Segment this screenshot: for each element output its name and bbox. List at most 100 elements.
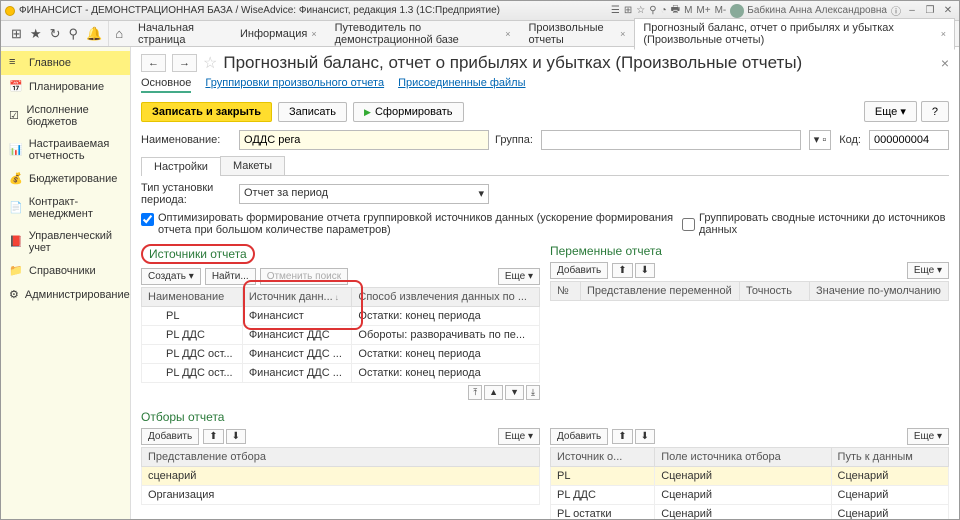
app-icon — [5, 6, 15, 16]
history-icon[interactable]: ↻ — [50, 26, 61, 42]
tab-active[interactable]: Прогнозный баланс, отчет о прибылях и уб… — [634, 18, 955, 50]
link-main[interactable]: Основное — [141, 77, 191, 93]
subtab-settings[interactable]: Настройки — [141, 157, 221, 176]
close-page-button[interactable]: × — [941, 55, 949, 71]
restore-button[interactable]: ❐ — [923, 5, 937, 17]
search-icon[interactable]: ⚲ — [68, 26, 78, 42]
find-button[interactable]: Найти... — [205, 268, 256, 285]
tab-home[interactable]: Начальная страница — [129, 18, 231, 50]
down-icon[interactable]: ⬇ — [635, 429, 655, 444]
optimize-checkbox[interactable] — [141, 213, 154, 226]
table-row[interactable]: PL остаткиСценарийСценарий — [551, 505, 949, 520]
close-icon[interactable]: × — [505, 29, 510, 39]
down-icon[interactable]: ⬇ — [635, 263, 655, 278]
tab[interactable]: Информация× — [231, 24, 326, 44]
down-icon[interactable]: ⬇ — [226, 429, 246, 444]
sidebar-item[interactable]: 📊Настраиваемая отчетность — [1, 133, 130, 167]
up-icon[interactable]: ⬆ — [203, 429, 223, 444]
toolbar-icon[interactable]: ☰ — [611, 5, 620, 16]
window-title: ФИНАНСИСТ - ДЕМОНСТРАЦИОННАЯ БАЗА / Wise… — [19, 5, 500, 16]
back-button[interactable]: ← — [141, 54, 166, 72]
code-input[interactable] — [869, 130, 949, 150]
group-picker[interactable]: ▾ ▫ — [809, 130, 831, 150]
toolbar-icon[interactable]: ☆ — [636, 5, 645, 16]
sidebar-item[interactable]: 📄Контракт-менеджмент — [1, 191, 130, 225]
table-row[interactable]: PL ДДССценарийСценарий — [551, 486, 949, 505]
up-icon[interactable]: ⬆ — [612, 429, 632, 444]
sidebar-item[interactable]: 💰Бюджетирование — [1, 167, 130, 191]
sidebar-item[interactable]: 📕Управленческий учет — [1, 225, 130, 259]
apps-icon[interactable]: ⊞ — [11, 26, 22, 42]
group-sources-label: Группировать сводные источники до источн… — [699, 212, 949, 236]
up-icon[interactable]: ⬆ — [612, 263, 632, 278]
save-close-button[interactable]: Записать и закрыть — [141, 102, 272, 122]
more-button[interactable]: Еще ▾ — [864, 101, 917, 122]
table-row[interactable]: PL ДДС ост...Финансист ДДС ...Остатки: к… — [142, 345, 540, 364]
add-button[interactable]: Добавить — [550, 262, 608, 279]
toolbar-icon[interactable]: M+ — [696, 5, 710, 16]
table-row[interactable]: PLСценарийСценарий — [551, 467, 949, 486]
help-button[interactable]: ? — [921, 101, 949, 122]
more-button[interactable]: Еще ▾ — [498, 268, 540, 285]
name-label: Наименование: — [141, 134, 233, 146]
toolbar-icon[interactable]: M — [684, 5, 692, 16]
more-button[interactable]: Еще ▾ — [907, 262, 949, 279]
group-input[interactable] — [541, 130, 801, 150]
filters-title: Отборы отчета — [141, 410, 540, 424]
close-icon[interactable]: × — [620, 29, 625, 39]
home-icon[interactable] — [109, 26, 129, 41]
star-icon[interactable]: ★ — [30, 26, 42, 42]
generate-button[interactable]: Сформировать — [353, 102, 463, 122]
menu-icon: ≡ — [9, 56, 23, 70]
optimize-label: Оптимизировать формирование отчета групп… — [158, 212, 678, 236]
favorite-icon[interactable]: ☆ — [203, 53, 217, 73]
add-button[interactable]: Добавить — [141, 428, 199, 445]
filters-table: Представление отбора сценарий Организаци… — [141, 447, 540, 505]
period-select[interactable]: Отчет за период▾ — [239, 184, 489, 204]
close-button[interactable]: ✕ — [941, 5, 955, 17]
toolbar-icon[interactable]: ◔ — [661, 5, 667, 16]
chart-icon: 📊 — [9, 143, 23, 157]
close-icon[interactable]: × — [941, 29, 946, 39]
sidebar-item[interactable]: ☑Исполнение бюджетов — [1, 99, 130, 133]
bell-icon[interactable]: 🔔 — [86, 26, 102, 42]
subtab-layouts[interactable]: Макеты — [220, 156, 285, 175]
right-table: Источник о...Поле источника отбораПуть к… — [550, 447, 949, 519]
save-button[interactable]: Записать — [278, 102, 347, 122]
user-menu[interactable]: Бабкина Анна Александровна — [730, 4, 887, 18]
sidebar-item[interactable]: ⚙Администрирование — [1, 283, 130, 307]
info-icon[interactable]: ⓘ — [891, 3, 901, 18]
vars-table: №Представление переменнойТочностьЗначени… — [550, 281, 949, 301]
table-row[interactable]: сценарий — [142, 467, 540, 486]
code-label: Код: — [839, 134, 861, 146]
tab[interactable]: Произвольные отчеты× — [519, 18, 634, 50]
tab[interactable]: Путеводитель по демонстрационной базе× — [326, 18, 520, 50]
table-row[interactable]: PL ДДСФинансист ДДСОбороты: разворачиват… — [142, 326, 540, 345]
toolbar-icon[interactable]: ⚲ — [649, 5, 656, 16]
link-groups[interactable]: Группировки произвольного отчета — [205, 77, 384, 93]
sidebar-item[interactable]: 📅Планирование — [1, 75, 130, 99]
add-button[interactable]: Добавить — [550, 428, 608, 445]
sidebar-item[interactable]: ≡Главное — [1, 51, 130, 75]
toolbar-icon[interactable]: ⊞ — [624, 5, 632, 16]
sources-title: Источники отчета — [141, 244, 255, 264]
sources-table: НаименованиеИсточник данн...↓Способ извл… — [141, 287, 540, 383]
table-row[interactable]: PL ДДС ост...Финансист ДДС ...Остатки: к… — [142, 364, 540, 383]
table-row[interactable]: PLФинансистОстатки: конец периода — [142, 307, 540, 326]
name-input[interactable] — [239, 130, 489, 150]
more-button[interactable]: Еще ▾ — [907, 428, 949, 445]
group-sources-checkbox[interactable] — [682, 218, 695, 231]
gear-icon: ⚙ — [9, 288, 19, 302]
link-files[interactable]: Присоединенные файлы — [398, 77, 525, 93]
sidebar: ≡Главное 📅Планирование ☑Исполнение бюдже… — [1, 47, 131, 519]
scroll-controls[interactable]: ⤒▲▼⤓ — [141, 385, 540, 400]
forward-button[interactable]: → — [172, 54, 197, 72]
toolbar-icon[interactable]: M- — [715, 5, 727, 16]
toolbar-icon[interactable]: 🖶 — [671, 2, 680, 19]
sidebar-item[interactable]: 📁Справочники — [1, 259, 130, 283]
create-button[interactable]: Создать ▾ — [141, 268, 201, 285]
table-row[interactable]: Организация — [142, 486, 540, 505]
close-icon[interactable]: × — [311, 29, 316, 39]
more-button[interactable]: Еще ▾ — [498, 428, 540, 445]
minimize-button[interactable]: – — [905, 5, 919, 17]
